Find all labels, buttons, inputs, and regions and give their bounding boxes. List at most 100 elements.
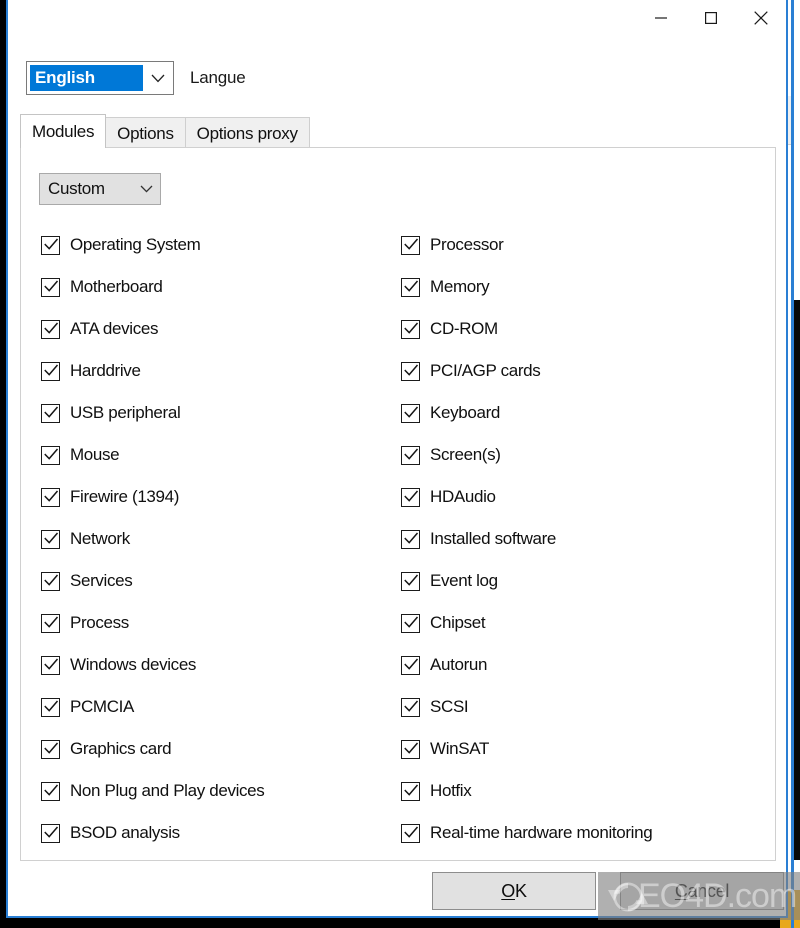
checkbox-icon[interactable] bbox=[41, 697, 60, 717]
check-mark-icon bbox=[43, 238, 58, 250]
module-checkbox-row[interactable]: PCI/AGP cards bbox=[401, 350, 775, 392]
cancel-button[interactable]: Cancel bbox=[620, 872, 784, 910]
ok-rest: K bbox=[514, 880, 527, 901]
checkbox-icon[interactable] bbox=[41, 655, 60, 675]
checkbox-icon[interactable] bbox=[41, 361, 60, 381]
checkbox-icon[interactable] bbox=[41, 319, 60, 339]
checkbox-icon[interactable] bbox=[41, 739, 60, 759]
tab-strip: Modules Options Options proxy bbox=[20, 114, 776, 148]
preset-select[interactable]: Custom bbox=[39, 173, 161, 205]
checkbox-icon[interactable] bbox=[401, 319, 421, 339]
check-mark-icon bbox=[43, 322, 58, 334]
checkbox-icon[interactable] bbox=[41, 403, 60, 423]
checkbox-icon[interactable] bbox=[401, 655, 421, 675]
checkbox-icon[interactable] bbox=[41, 235, 60, 255]
module-checkbox-label: Hotfix bbox=[430, 781, 472, 800]
check-mark-icon bbox=[43, 658, 58, 670]
checkbox-icon[interactable] bbox=[401, 781, 421, 801]
module-checkbox-row[interactable]: Real-time hardware monitoring bbox=[401, 812, 775, 854]
module-checkbox-label: Event log bbox=[430, 571, 498, 590]
check-mark-icon bbox=[43, 364, 58, 376]
checkbox-icon[interactable] bbox=[401, 739, 421, 759]
checkbox-icon[interactable] bbox=[41, 529, 60, 549]
modules-tab-panel: Custom Operating System Motherboard ATA de… bbox=[20, 147, 776, 861]
module-checkbox-row[interactable]: Keyboard bbox=[401, 392, 775, 434]
modules-checkbox-grid: Operating System Motherboard ATA devices Ha… bbox=[21, 224, 775, 854]
module-checkbox-row[interactable]: Process bbox=[41, 602, 396, 644]
title-bar bbox=[8, 0, 786, 44]
module-checkbox-label: SCSI bbox=[430, 697, 469, 716]
module-checkbox-row[interactable]: ATA devices bbox=[41, 308, 396, 350]
checkbox-icon[interactable] bbox=[401, 613, 421, 633]
check-mark-icon bbox=[43, 742, 58, 754]
checkbox-icon[interactable] bbox=[401, 571, 421, 591]
checkbox-icon[interactable] bbox=[401, 235, 421, 255]
check-mark-icon bbox=[403, 574, 418, 586]
module-checkbox-row[interactable]: WinSAT bbox=[401, 728, 775, 770]
preset-select-value: Custom bbox=[48, 179, 105, 198]
check-mark-icon bbox=[403, 616, 418, 628]
checkbox-icon[interactable] bbox=[41, 613, 60, 633]
module-checkbox-row[interactable]: BSOD analysis bbox=[41, 812, 396, 854]
module-checkbox-row[interactable]: Processor bbox=[401, 224, 775, 266]
module-checkbox-row[interactable]: Screen(s) bbox=[401, 434, 775, 476]
close-button[interactable] bbox=[736, 0, 786, 36]
module-checkbox-label: Processor bbox=[430, 235, 504, 254]
checkbox-icon[interactable] bbox=[401, 277, 421, 297]
module-checkbox-row[interactable]: SCSI bbox=[401, 686, 775, 728]
module-checkbox-row[interactable]: Chipset bbox=[401, 602, 775, 644]
checkbox-icon[interactable] bbox=[41, 277, 60, 297]
module-checkbox-row[interactable]: Hotfix bbox=[401, 770, 775, 812]
check-mark-icon bbox=[403, 658, 418, 670]
checkbox-icon[interactable] bbox=[41, 823, 60, 843]
checkbox-icon[interactable] bbox=[401, 445, 421, 465]
checkbox-icon[interactable] bbox=[401, 823, 421, 843]
tab-modules[interactable]: Modules bbox=[20, 114, 107, 148]
module-checkbox-row[interactable]: CD-ROM bbox=[401, 308, 775, 350]
module-checkbox-row[interactable]: PCMCIA bbox=[41, 686, 396, 728]
module-checkbox-row[interactable]: Event log bbox=[401, 560, 775, 602]
module-checkbox-label: Services bbox=[70, 571, 133, 590]
checkbox-icon[interactable] bbox=[401, 361, 421, 381]
checkbox-icon[interactable] bbox=[401, 403, 421, 423]
minimize-button[interactable] bbox=[636, 0, 686, 36]
checkbox-icon[interactable] bbox=[41, 571, 60, 591]
ok-button[interactable]: OK bbox=[432, 872, 596, 910]
module-checkbox-row[interactable]: USB peripheral bbox=[41, 392, 396, 434]
language-select[interactable]: English bbox=[26, 61, 174, 95]
checkbox-icon[interactable] bbox=[401, 697, 421, 717]
maximize-button[interactable] bbox=[686, 0, 736, 36]
checkbox-icon[interactable] bbox=[401, 529, 421, 549]
tab-options-proxy[interactable]: Options proxy bbox=[184, 117, 310, 148]
checkbox-icon[interactable] bbox=[41, 445, 60, 465]
module-checkbox-row[interactable]: Operating System bbox=[41, 224, 396, 266]
background-window-border-right bbox=[791, 0, 794, 928]
module-checkbox-row[interactable]: HDAudio bbox=[401, 476, 775, 518]
module-checkbox-row[interactable]: Motherboard bbox=[41, 266, 396, 308]
module-checkbox-label: Keyboard bbox=[430, 403, 501, 422]
module-checkbox-row[interactable]: Autorun bbox=[401, 644, 775, 686]
check-mark-icon bbox=[43, 616, 58, 628]
module-checkbox-label: Harddrive bbox=[70, 361, 141, 380]
module-checkbox-row[interactable]: Non Plug and Play devices bbox=[41, 770, 396, 812]
module-checkbox-row[interactable]: Services bbox=[41, 560, 396, 602]
module-checkbox-row[interactable]: Installed software bbox=[401, 518, 775, 560]
module-checkbox-label: Mouse bbox=[70, 445, 120, 464]
module-checkbox-row[interactable]: Memory bbox=[401, 266, 775, 308]
module-checkbox-row[interactable]: Network bbox=[41, 518, 396, 560]
module-checkbox-row[interactable]: Mouse bbox=[41, 434, 396, 476]
check-mark-icon bbox=[403, 406, 418, 418]
checkbox-icon[interactable] bbox=[41, 781, 60, 801]
check-mark-icon bbox=[43, 826, 58, 838]
module-checkbox-label: Firewire (1394) bbox=[70, 487, 180, 506]
tab-options[interactable]: Options bbox=[105, 117, 186, 148]
checkbox-icon[interactable] bbox=[401, 487, 421, 507]
module-checkbox-label: USB peripheral bbox=[70, 403, 181, 422]
module-checkbox-label: PCMCIA bbox=[70, 697, 135, 716]
module-checkbox-row[interactable]: Graphics card bbox=[41, 728, 396, 770]
check-mark-icon bbox=[43, 784, 58, 796]
module-checkbox-row[interactable]: Firewire (1394) bbox=[41, 476, 396, 518]
module-checkbox-row[interactable]: Windows devices bbox=[41, 644, 396, 686]
checkbox-icon[interactable] bbox=[41, 487, 60, 507]
module-checkbox-row[interactable]: Harddrive bbox=[41, 350, 396, 392]
